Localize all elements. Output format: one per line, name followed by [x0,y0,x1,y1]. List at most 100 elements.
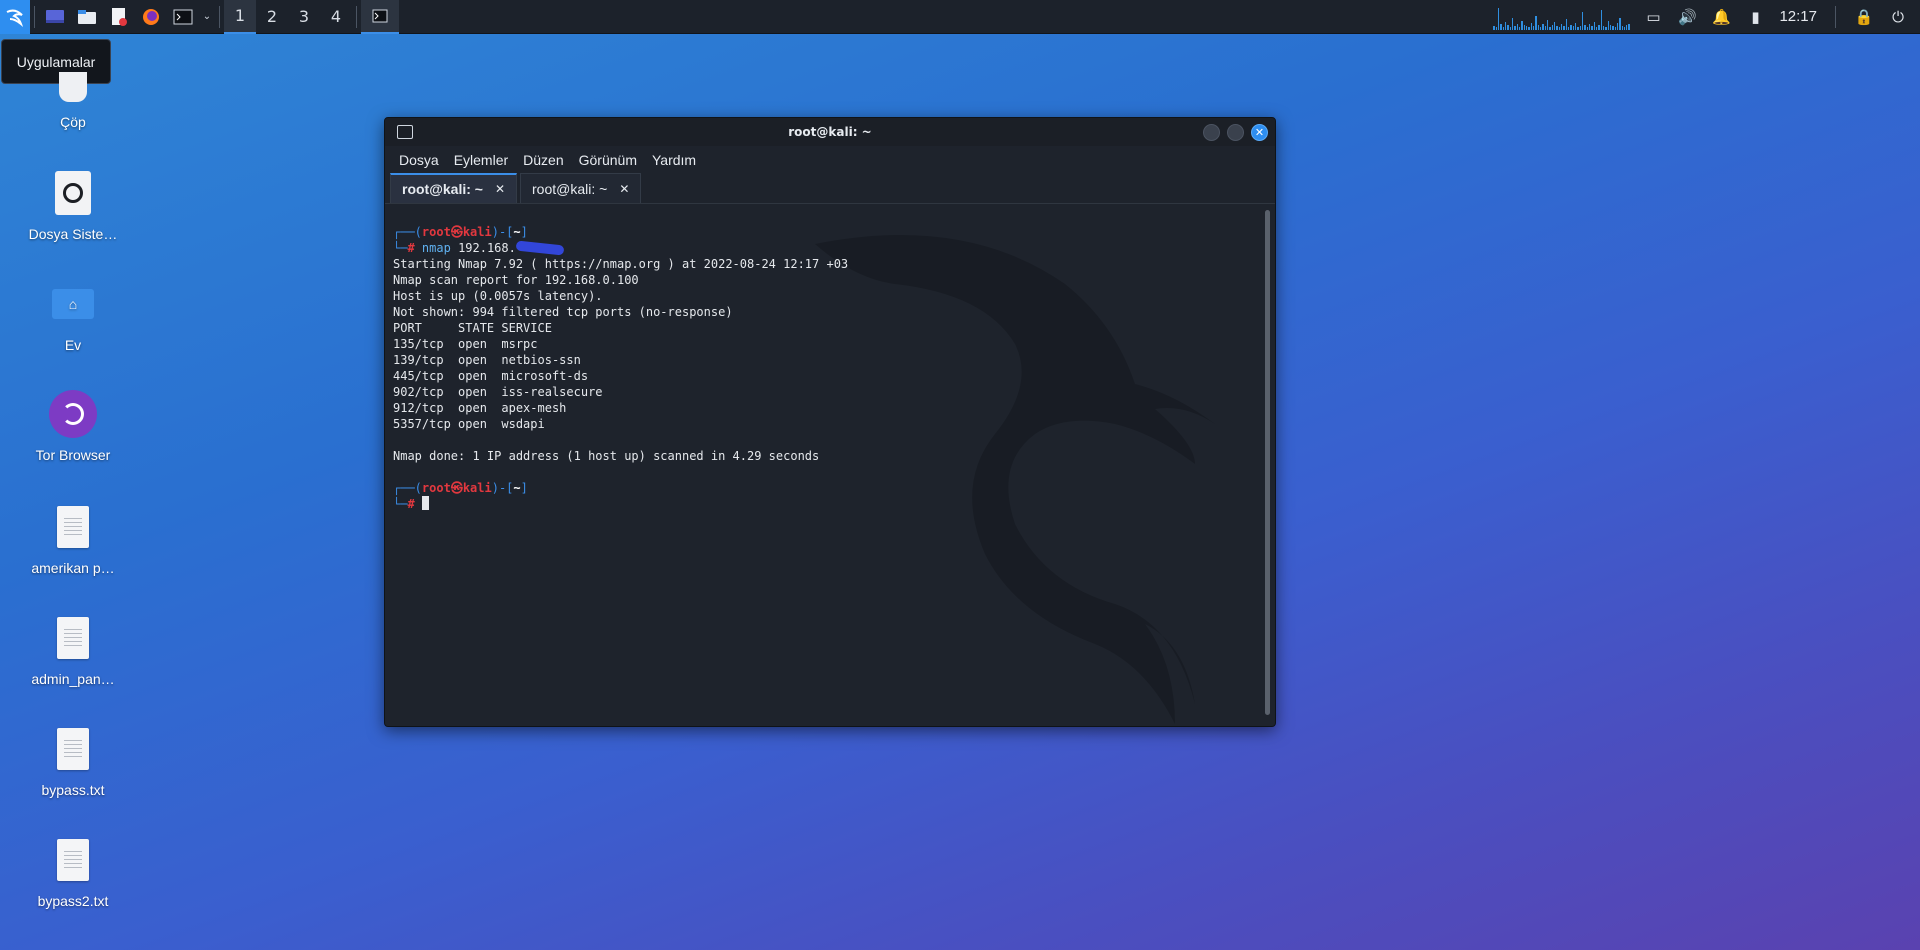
close-button[interactable]: ✕ [1251,123,1268,141]
desktop-icon-label: bypass2.txt [37,893,109,909]
minimize-button[interactable] [1203,123,1220,141]
volume-icon[interactable]: 🔊 [1677,8,1697,26]
output-line: 445/tcp open microsoft-ds [393,369,589,383]
menu-dosya[interactable]: Dosya [399,152,439,168]
command-line: └─# nmap 192.168. [393,240,1267,256]
desktop-icon-home[interactable]: ⌂ Ev [18,279,128,353]
output-line: Not shown: 994 filtered tcp ports (no-re… [393,305,733,319]
desktop-icon-label: admin_pan… [31,671,115,687]
taskbar: ⌄ 1 2 3 4 ▭ 🔊 🔔 ▮ 12:17 🔒 ⏻ [0,0,1920,34]
output-line: 5357/tcp open wsdapi [393,417,545,431]
tab-label: root@kali: ~ [402,181,483,197]
file-manager-button[interactable] [71,0,103,34]
taskbar-separator [34,5,35,28]
kali-logo-icon [6,9,24,27]
prompt-host: kali [462,481,492,495]
workspace-2[interactable]: 2 [256,0,288,34]
input-line[interactable]: └─# [393,496,1267,512]
close-icon[interactable]: ✕ [619,182,629,196]
text-editor-icon [112,7,127,26]
prompt-host: kali [462,225,492,239]
desktop-icon-file[interactable]: amerikan p… [18,502,128,576]
workspace-3[interactable]: 3 [288,0,320,34]
maximize-button[interactable] [1227,123,1244,141]
tab-label: root@kali: ~ [532,180,608,197]
desktop-icon-label: Çöp [60,114,86,130]
terminal-dropdown-button[interactable]: ⌄ [199,0,215,34]
output-line: 139/tcp open netbios-ssn [393,353,581,367]
display-icon[interactable]: ▭ [1643,8,1663,26]
prompt-at-symbol: ㉿ [450,225,463,239]
power-icon[interactable]: ⏻ [1888,8,1908,26]
menu-gorunum[interactable]: Görünüm [579,152,637,168]
tab-2[interactable]: root@kali: ~ ✕ [520,173,642,203]
tor-browser-icon [48,389,98,439]
output-line: Host is up (0.0057s latency). [393,289,603,303]
desktop-icon-file[interactable]: bypass.txt [18,724,128,798]
output-line: 912/tcp open apex-mesh [393,401,567,415]
desktop-icon-file[interactable]: admin_pan… [18,613,128,687]
terminal-launcher-button[interactable] [167,0,199,34]
text-file-icon [48,613,98,663]
taskbar-separator [356,5,357,28]
desktop-icon-trash[interactable]: Çöp [18,70,128,130]
menu-duzen[interactable]: Düzen [523,152,563,168]
desktop-icon-filesystem[interactable]: Dosya Siste… [18,168,128,242]
menu-eylemler[interactable]: Eylemler [454,152,508,168]
desktop-icon-tor-browser[interactable]: Tor Browser [18,389,128,463]
drive-icon [48,168,98,218]
output-line: Starting Nmap 7.92 ( https://nmap.org ) … [393,257,849,271]
redaction-mark [515,240,565,256]
taskbar-separator [1835,5,1836,28]
desktop-icon-label: Tor Browser [35,447,111,463]
text-file-icon [48,835,98,885]
firefox-icon [143,8,159,25]
notification-bell-icon[interactable]: 🔔 [1711,8,1731,26]
window-titlebar[interactable]: root@kali: ~ ✕ [385,118,1275,146]
prompt-at-symbol: ㉿ [450,481,463,495]
prompt-line-1: ┌──(root㉿kali)-[~] [393,225,528,239]
workspace-4[interactable]: 4 [320,0,352,34]
output-line: PORT STATE SERVICE [393,321,552,335]
output-line: Nmap scan report for 192.168.0.100 [393,273,639,287]
command-output: Starting Nmap 7.92 ( https://nmap.org ) … [393,256,1267,464]
prompt-user: root [421,481,451,495]
tab-1[interactable]: root@kali: ~ ✕ [390,173,518,203]
close-icon: ✕ [1254,125,1265,139]
home-folder-icon: ⌂ [48,279,98,329]
output-line: 135/tcp open msrpc [393,337,538,351]
cpu-graph[interactable] [1493,4,1630,30]
workspace-1[interactable]: 1 [224,0,256,34]
prompt-line-2: ┌──(root㉿kali)-[~] [393,481,528,495]
terminal-window: root@kali: ~ ✕ Dosya Eylemler Düzen Görü… [384,117,1276,727]
trash-icon [48,70,98,104]
output-line: 902/tcp open iss-realsecure [393,385,603,399]
kali-menu-button[interactable] [0,0,30,34]
scrollbar[interactable] [1265,210,1270,715]
desktop-icon-label: Dosya Siste… [28,226,118,242]
desktop-icon-file[interactable]: bypass2.txt [18,835,128,909]
battery-icon[interactable]: ▮ [1745,8,1765,26]
terminal-icon [173,9,193,24]
desktop-icon-label: Ev [64,337,82,353]
prompt-user: root [421,225,451,239]
close-icon[interactable]: ✕ [495,182,505,196]
clock[interactable]: 12:17 [1779,8,1817,25]
command-arg: 192.168. [458,241,516,255]
text-file-icon [48,724,98,774]
terminal-output[interactable]: ┌──(root㉿kali)-[~] └─# nmap 192.168. Sta… [385,204,1275,726]
text-file-icon [48,502,98,552]
folder-icon [78,9,96,24]
chevron-down-icon: ⌄ [202,11,212,22]
text-cursor [421,496,429,510]
prompt-dir: ~ [513,225,521,239]
output-line: Nmap done: 1 IP address (1 host up) scan… [393,449,820,463]
menu-yardim[interactable]: Yardım [652,152,696,168]
terminal-task-button[interactable] [361,0,399,34]
show-desktop-button[interactable] [39,0,71,34]
lock-icon[interactable]: 🔒 [1854,8,1874,26]
text-editor-button[interactable] [103,0,135,34]
firefox-button[interactable] [135,0,167,34]
